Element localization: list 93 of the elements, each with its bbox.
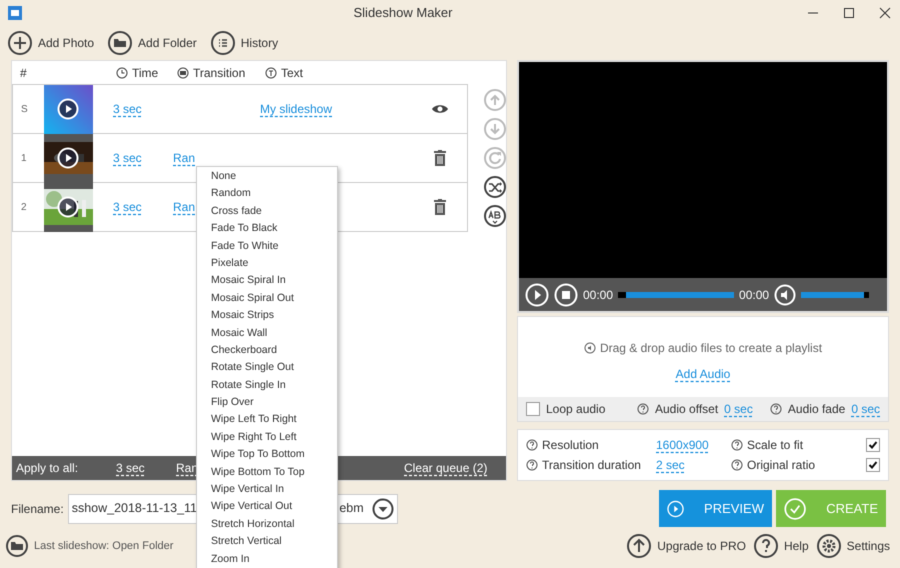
progress-slider[interactable] [618,292,734,298]
checkbox[interactable] [866,458,880,472]
help-icon [731,459,743,471]
row-number: 1 [20,152,28,166]
menu-item[interactable]: Wipe Bottom To Top [211,464,305,482]
check-icon [784,496,806,522]
help-icon [731,439,743,451]
menu-item[interactable]: Flip Over [211,394,254,412]
trash-icon[interactable] [434,150,446,166]
menu-item[interactable]: Random [211,185,251,203]
filename-label: Filename: [11,500,64,518]
toolbar-button[interactable]: Add Photo [8,31,94,55]
setting-link[interactable]: 1600x900 [656,438,709,452]
menu-item[interactable]: Rotate Single Out [211,359,294,377]
column-header: Transition [193,65,246,82]
column-header: # [20,65,27,82]
menu-item[interactable]: Fade To Black [211,220,278,238]
play-icon[interactable] [525,282,549,306]
elapsed-time: 00:00 [583,286,614,304]
settings-icon [816,534,841,558]
folder-icon [6,535,28,557]
volume-icon[interactable] [774,284,796,306]
text-ab-icon[interactable] [484,205,506,227]
menu-item[interactable]: Mosaic Spiral Out [211,290,294,308]
clock-icon [116,67,128,79]
menu-item[interactable]: None [211,168,236,186]
menu-item[interactable]: Checkerboard [211,342,277,360]
menu-item[interactable]: Mosaic Spiral In [211,272,286,290]
transition-icon [177,67,189,79]
window-title: Slideshow Maker [352,4,454,22]
transition-link[interactable]: Ran [173,151,196,165]
row-number: S [20,102,29,116]
help-icon [526,439,538,451]
menu-item[interactable]: Mosaic Wall [211,324,268,342]
folder-icon [108,31,132,55]
help-icon [526,459,538,471]
toolbar-button[interactable]: History [210,31,278,55]
help-icon [637,403,649,415]
menu-item[interactable]: Pixelate [211,254,248,272]
menu-item[interactable]: Cross fade [211,202,262,220]
footer-button[interactable]: Help [754,534,809,558]
volume-slider[interactable] [801,292,870,298]
setting-label: Scale to fit [747,437,804,454]
toolbar-button[interactable]: Add Folder [108,31,197,55]
time-link[interactable]: 3 sec [113,102,142,116]
total-time: 00:00 [739,286,770,304]
help-icon [754,534,778,558]
open-folder-link[interactable]: Last slideshow: Open Folder [6,535,174,557]
transition-link[interactable]: Ran [173,200,196,214]
close-icon[interactable] [878,6,892,20]
menu-item[interactable]: Wipe Top To Bottom [211,446,305,464]
menu-item[interactable]: Fade To White [211,238,279,255]
footer-button[interactable]: Settings [816,534,890,558]
stop-icon[interactable] [554,282,578,306]
loop-checkbox[interactable] [526,402,540,416]
time-link[interactable]: 3 sec [116,461,145,475]
column-header: Time [132,65,158,82]
audio-hint: Drag & drop audio files to create a playlist [600,340,822,357]
menu-item[interactable]: Zoom In [211,550,250,568]
text-link[interactable]: My slideshow [260,102,332,116]
dropdown-icon[interactable] [372,498,394,520]
checkbox[interactable] [866,438,880,452]
audio-offset-label: Audio offset [655,401,718,418]
row-number: 2 [20,200,28,214]
apply-label: Apply to all: [16,460,80,477]
menu-item[interactable]: Wipe Left To Right [211,411,297,429]
menu-item[interactable]: Wipe Vertical Out [211,498,292,516]
text-icon [265,67,277,79]
maximize-icon[interactable] [842,6,856,20]
setting-label: Original ratio [747,457,816,474]
setting-label: Resolution [542,437,600,454]
list-icon [210,31,235,55]
shuffle-icon[interactable] [484,176,506,198]
loop-audio-label: Loop audio [546,401,606,418]
column-header: Text [281,65,304,82]
menu-item[interactable]: Stretch Vertical [211,533,282,551]
help-icon [770,403,782,415]
time-link[interactable]: 3 sec [113,151,142,165]
setting-link[interactable]: 2 sec [656,458,685,472]
footer-button[interactable]: Upgrade to PRO [627,534,746,558]
menu-item[interactable]: Rotate Single In [211,376,286,394]
eye-icon[interactable] [431,103,449,115]
clear-queue-link[interactable]: Clear queue (2) [404,459,488,477]
setting-label: Transition duration [542,457,642,474]
menu-item[interactable]: Wipe Right To Left [211,428,297,446]
time-link[interactable]: 3 sec [113,200,142,214]
app-icon [8,6,22,20]
speaker-icon [584,342,596,354]
audio-fade-label: Audio fade [788,401,846,418]
menu-item[interactable]: Mosaic Strips [211,307,274,325]
trash-icon[interactable] [434,199,446,215]
add-audio-link[interactable]: Add Audio [676,365,730,383]
add-icon [8,31,32,55]
